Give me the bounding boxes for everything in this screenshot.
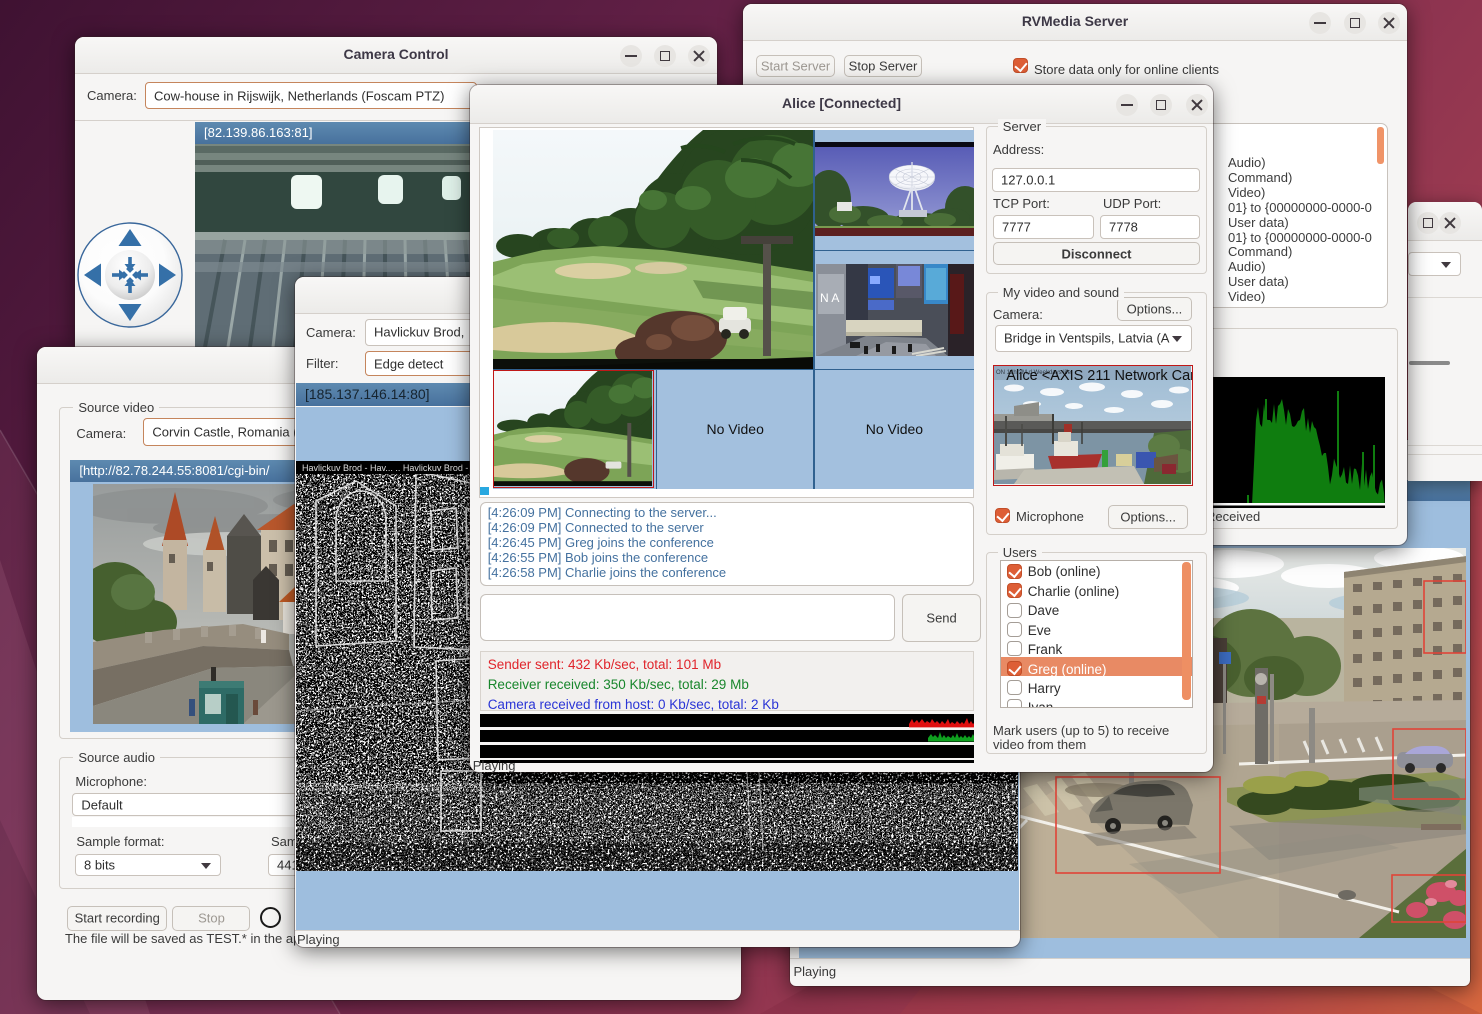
svg-text:N A: N A: [820, 291, 839, 305]
